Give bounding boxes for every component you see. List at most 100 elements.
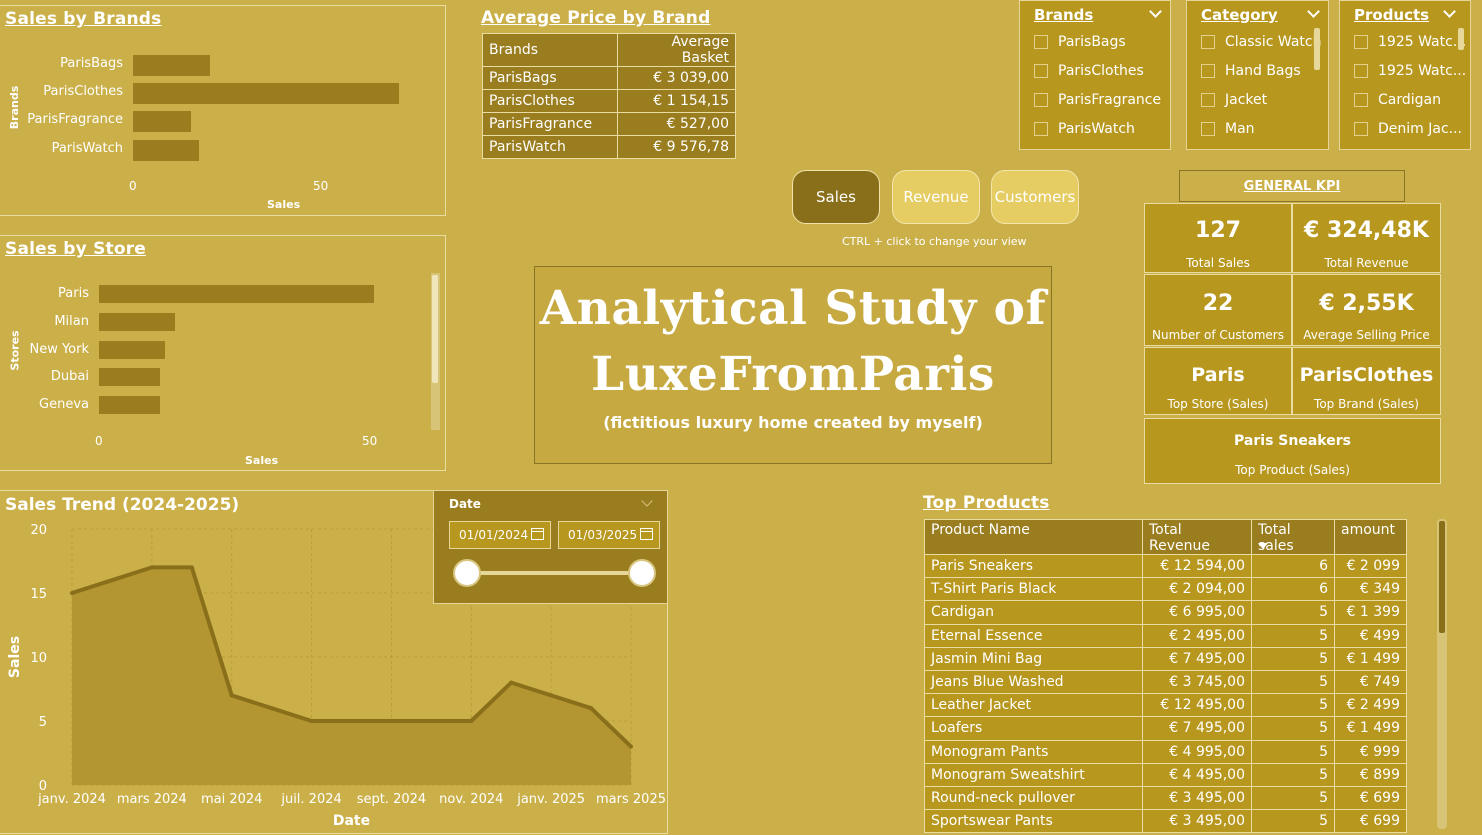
hero-box: Analytical Study of LuxeFromParis (ficti… bbox=[534, 266, 1052, 464]
chevron-down-icon[interactable] bbox=[1149, 5, 1162, 18]
table-row[interactable]: Cardigan € 6 995,00 5 € 1 399 bbox=[924, 600, 1407, 625]
avg-price-row[interactable]: ParisBags € 3 039,00 bbox=[482, 66, 736, 90]
avg-brand-cell: ParisClothes bbox=[482, 89, 618, 113]
table-row[interactable]: Jasmin Mini Bag € 7 495,00 5 € 1 499 bbox=[924, 646, 1407, 671]
amount-cell: € 1 499 bbox=[1334, 646, 1407, 671]
avg-price-row[interactable]: ParisFragrance € 527,00 bbox=[482, 112, 736, 136]
sort-desc-icon[interactable] bbox=[1258, 543, 1268, 549]
top-products-scrollbar-thumb[interactable] bbox=[1439, 521, 1445, 633]
store-scrollbar[interactable] bbox=[431, 273, 440, 430]
checkbox[interactable] bbox=[1201, 64, 1215, 78]
date-range-track[interactable] bbox=[467, 571, 643, 575]
date-range-start-handle[interactable] bbox=[453, 559, 481, 587]
date-end-input[interactable]: 01/03/2025 bbox=[558, 521, 660, 549]
product-name-cell: Loafers bbox=[924, 716, 1143, 741]
table-row[interactable]: T-Shirt Paris Black € 2 094,00 6 € 349 bbox=[924, 577, 1407, 602]
avg-basket-cell: € 9 576,78 bbox=[617, 135, 736, 159]
kpi-top-brand-label: Top Brand (Sales) bbox=[1314, 397, 1419, 411]
table-row[interactable]: Paris Sneakers € 12 594,00 6 € 2 099 bbox=[924, 553, 1407, 579]
table-row[interactable]: Loafers € 7 495,00 5 € 1 499 bbox=[924, 716, 1407, 741]
x-tick-label: mars 2025 bbox=[596, 792, 666, 807]
slicer-item-label: Cardigan bbox=[1378, 92, 1441, 108]
sales-cell: 5 bbox=[1251, 809, 1335, 834]
avg-col-brands[interactable]: Brands bbox=[482, 33, 618, 67]
checkbox[interactable] bbox=[1034, 64, 1048, 78]
date-slicer[interactable]: Date 01/01/2024 01/03/2025 bbox=[433, 490, 668, 604]
table-row[interactable]: Round-neck pullover € 3 495,00 5 € 699 bbox=[924, 785, 1407, 811]
slicer-item-label: ParisClothes bbox=[1058, 63, 1144, 79]
products-slicer[interactable]: Products 1925 Watc... 1925 Watc... Cardi… bbox=[1339, 0, 1471, 150]
bar[interactable] bbox=[99, 368, 161, 387]
bar[interactable] bbox=[133, 139, 199, 161]
checkbox[interactable] bbox=[1354, 64, 1368, 78]
checkbox[interactable] bbox=[1354, 93, 1368, 107]
avg-col-basket[interactable]: Average Basket bbox=[617, 33, 736, 67]
bar[interactable] bbox=[99, 285, 375, 303]
checkbox[interactable] bbox=[1201, 35, 1215, 49]
kpi-top-store-label: Top Store (Sales) bbox=[1167, 397, 1269, 411]
product-name-cell: Monogram Sweatshirt bbox=[924, 762, 1143, 787]
checkbox[interactable] bbox=[1201, 93, 1215, 107]
slicer-item-label: 1925 Watc... bbox=[1378, 34, 1467, 50]
slicer-item[interactable]: Jacket bbox=[1201, 92, 1267, 108]
brands-tick-50: 50 bbox=[313, 179, 329, 193]
products-scrollbar-thumb[interactable] bbox=[1458, 28, 1464, 50]
slicer-item[interactable]: Denim Jac... bbox=[1354, 121, 1462, 137]
bar[interactable] bbox=[99, 340, 166, 359]
chevron-down-icon[interactable] bbox=[1307, 5, 1320, 18]
table-row[interactable]: Jeans Blue Washed € 3 745,00 5 € 749 bbox=[924, 669, 1407, 695]
top-products-scrollbar[interactable] bbox=[1437, 519, 1447, 829]
slicer-item[interactable]: ParisClothes bbox=[1034, 63, 1144, 79]
col-product-name[interactable]: Product Name bbox=[924, 519, 1143, 555]
checkbox[interactable] bbox=[1034, 93, 1048, 107]
slicer-item[interactable]: Man bbox=[1201, 121, 1255, 137]
checkbox[interactable] bbox=[1354, 122, 1368, 136]
checkbox[interactable] bbox=[1201, 122, 1215, 136]
bar[interactable] bbox=[99, 312, 176, 331]
avg-price-row[interactable]: ParisWatch € 9 576,78 bbox=[482, 135, 736, 159]
slicer-item[interactable]: ParisBags bbox=[1034, 34, 1126, 50]
chevron-down-icon[interactable] bbox=[641, 495, 653, 507]
checkbox[interactable] bbox=[1034, 35, 1048, 49]
category-scrollbar-thumb[interactable] bbox=[1314, 28, 1320, 70]
calendar-icon[interactable] bbox=[531, 528, 544, 540]
col-total-revenue[interactable]: Total Revenue bbox=[1142, 519, 1252, 555]
table-row[interactable]: Leather Jacket € 12 495,00 5 € 2 499 bbox=[924, 693, 1407, 718]
stores-x-axis-label: Sales bbox=[245, 454, 279, 467]
date-range-end-handle[interactable] bbox=[628, 559, 656, 587]
sales-cell: 5 bbox=[1251, 762, 1335, 787]
y-tick-label: 5 bbox=[39, 715, 47, 730]
chevron-down-icon[interactable] bbox=[1443, 5, 1456, 18]
slicer-item[interactable]: Classic Watch bbox=[1201, 34, 1321, 50]
table-row[interactable]: Monogram Pants € 4 995,00 5 € 999 bbox=[924, 739, 1407, 764]
slicer-item[interactable]: 1925 Watc... bbox=[1354, 34, 1466, 50]
hero-title-line1: Analytical Study of bbox=[539, 281, 1047, 336]
bar-category-label: Dubai bbox=[50, 369, 89, 385]
col-amount[interactable]: amount bbox=[1334, 519, 1407, 555]
bar[interactable] bbox=[133, 83, 400, 105]
slicer-item[interactable]: Cardigan bbox=[1354, 92, 1441, 108]
slicer-item[interactable]: ParisWatch bbox=[1034, 121, 1135, 137]
table-row[interactable]: Monogram Sweatshirt € 4 495,00 5 € 899 bbox=[924, 762, 1407, 787]
date-start-input[interactable]: 01/01/2024 bbox=[449, 521, 551, 549]
customers-view-button[interactable]: Customers bbox=[991, 170, 1079, 224]
table-row[interactable]: Eternal Essence € 2 495,00 5 € 499 bbox=[924, 623, 1407, 648]
brands-slicer[interactable]: Brands ParisBags ParisClothes ParisFragr… bbox=[1019, 0, 1171, 150]
slicer-item-label: Hand Bags bbox=[1225, 63, 1301, 79]
slicer-item[interactable]: ParisFragrance bbox=[1034, 92, 1161, 108]
bar[interactable] bbox=[99, 396, 161, 415]
col-total-sales[interactable]: Total sales bbox=[1251, 519, 1335, 555]
calendar-icon[interactable] bbox=[640, 528, 653, 540]
checkbox[interactable] bbox=[1354, 35, 1368, 49]
bar[interactable] bbox=[133, 111, 192, 133]
bar[interactable] bbox=[133, 55, 210, 76]
slicer-item[interactable]: Hand Bags bbox=[1201, 63, 1301, 79]
table-row[interactable]: Sportswear Pants € 3 495,00 5 € 699 bbox=[924, 809, 1407, 834]
store-scrollbar-thumb[interactable] bbox=[432, 275, 438, 383]
checkbox[interactable] bbox=[1034, 122, 1048, 136]
category-slicer[interactable]: Category Classic Watch Hand Bags Jacket … bbox=[1186, 0, 1329, 150]
revenue-view-button[interactable]: Revenue bbox=[892, 170, 980, 224]
slicer-item[interactable]: 1925 Watc... bbox=[1354, 63, 1466, 79]
sales-view-button[interactable]: Sales bbox=[792, 170, 880, 224]
avg-price-row[interactable]: ParisClothes € 1 154,15 bbox=[482, 89, 736, 113]
